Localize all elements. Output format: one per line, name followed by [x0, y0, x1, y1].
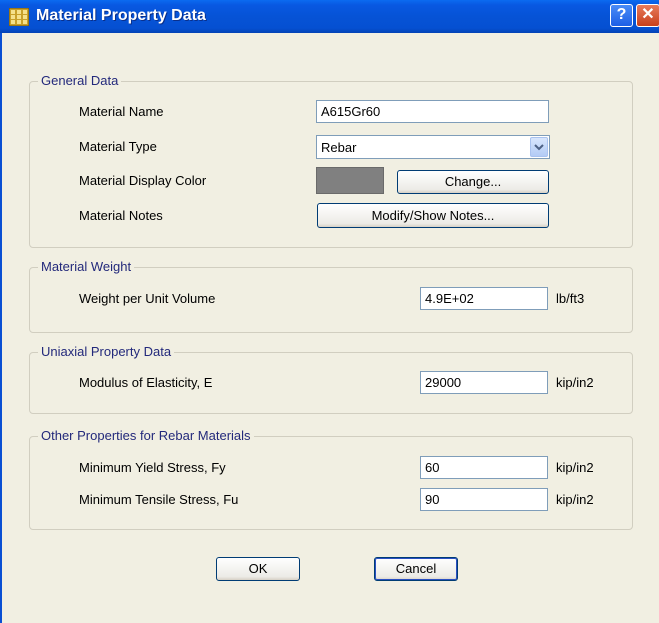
help-icon: ?: [616, 6, 627, 23]
min-tensile-stress-input[interactable]: 90: [420, 488, 548, 511]
window-title: Material Property Data: [36, 7, 206, 24]
material-weight-legend: Material Weight: [38, 259, 135, 274]
ok-button[interactable]: OK: [216, 557, 300, 581]
change-color-button[interactable]: Change...: [397, 170, 549, 194]
material-type-value: Rebar: [321, 140, 357, 155]
general-data-legend: General Data: [38, 73, 122, 88]
min-tensile-stress-label: Minimum Tensile Stress, Fu: [79, 492, 239, 507]
cancel-button[interactable]: Cancel: [374, 557, 458, 581]
chevron-down-icon[interactable]: [530, 137, 548, 157]
min-yield-stress-input[interactable]: 60: [420, 456, 548, 479]
weight-per-unit-volume-label: Weight per Unit Volume: [79, 291, 216, 306]
grid-app-icon: [8, 7, 30, 27]
material-color-swatch: [316, 167, 384, 194]
close-button[interactable]: ✕: [636, 4, 659, 27]
material-property-dialog: Material Property Data ? ✕ General Data …: [0, 0, 659, 623]
weight-per-unit-volume-input[interactable]: 4.9E+02: [420, 287, 548, 310]
help-button[interactable]: ?: [610, 4, 633, 27]
modulus-of-elasticity-label: Modulus of Elasticity, E: [79, 375, 213, 390]
material-name-label: Material Name: [79, 104, 164, 119]
material-notes-label: Material Notes: [79, 208, 163, 223]
modify-show-notes-button[interactable]: Modify/Show Notes...: [317, 203, 549, 228]
tensile-stress-unit: kip/in2: [556, 492, 594, 507]
rebar-properties-group: Other Properties for Rebar Materials: [29, 428, 633, 530]
close-icon: ✕: [641, 6, 655, 23]
material-type-select[interactable]: Rebar: [316, 135, 550, 159]
modulus-unit: kip/in2: [556, 375, 594, 390]
title-bar[interactable]: Material Property Data ? ✕: [0, 0, 659, 33]
weight-unit: lb/ft3: [556, 291, 585, 306]
material-name-input[interactable]: A615Gr60: [316, 100, 549, 123]
material-type-label: Material Type: [79, 139, 157, 154]
min-yield-stress-label: Minimum Yield Stress, Fy: [79, 460, 226, 475]
modulus-of-elasticity-input[interactable]: 29000: [420, 371, 548, 394]
uniaxial-property-legend: Uniaxial Property Data: [38, 344, 175, 359]
rebar-properties-legend: Other Properties for Rebar Materials: [38, 428, 254, 443]
yield-stress-unit: kip/in2: [556, 460, 594, 475]
material-display-color-label: Material Display Color: [79, 173, 207, 188]
